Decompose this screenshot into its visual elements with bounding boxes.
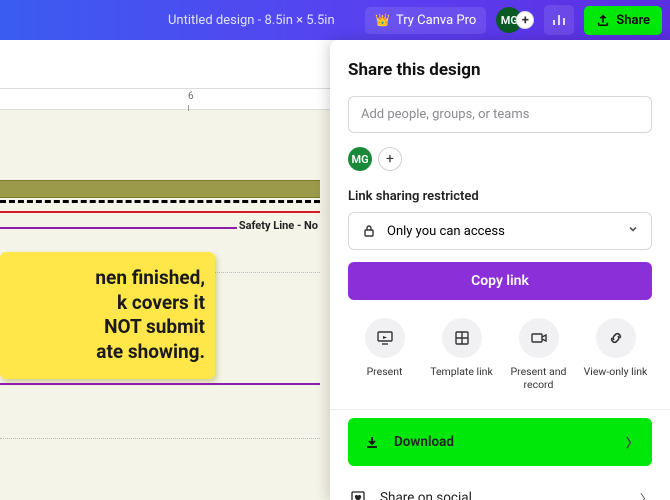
download-label: Download	[394, 434, 454, 450]
try-canva-pro-button[interactable]: 👑 Try Canva Pro	[365, 7, 486, 34]
collaborators-row: MG +	[348, 147, 652, 171]
avatar[interactable]: MG	[348, 147, 372, 171]
present-record-label: Present and record	[507, 366, 571, 391]
olive-bar	[0, 180, 320, 198]
download-row[interactable]: Download 〉	[348, 418, 652, 466]
crown-icon: 👑	[375, 13, 390, 27]
share-label: Share	[616, 13, 650, 28]
present-label: Present	[367, 366, 403, 379]
collaborators-button[interactable]: MG +	[496, 7, 534, 33]
template-link-option[interactable]: Template link	[425, 318, 498, 391]
access-selected-label: Only you can access	[387, 224, 505, 239]
copy-link-button[interactable]: Copy link	[348, 262, 652, 300]
record-icon	[530, 329, 548, 347]
try-pro-label: Try Canva Pro	[396, 13, 476, 28]
divider	[330, 409, 670, 410]
purple-line	[0, 383, 320, 385]
access-level-select[interactable]: Only you can access	[348, 212, 652, 250]
present-record-option[interactable]: Present and record	[502, 318, 575, 391]
lock-icon	[361, 223, 377, 239]
chevron-down-icon	[627, 223, 639, 239]
share-social-row[interactable]: Share on social 〉	[348, 474, 652, 500]
share-social-label: Share on social	[380, 490, 472, 500]
add-collaborator-button[interactable]: +	[378, 147, 402, 171]
note-text-line: ate showing.	[4, 340, 205, 365]
plus-icon: +	[516, 11, 534, 29]
present-icon	[376, 329, 394, 347]
plus-icon: +	[386, 151, 394, 167]
add-people-input[interactable]	[348, 96, 652, 133]
dashed-line	[0, 200, 320, 203]
share-button[interactable]: Share	[584, 6, 662, 35]
share-panel-title: Share this design	[348, 60, 652, 80]
template-icon	[453, 329, 471, 347]
view-only-label: View-only link	[584, 366, 648, 379]
template-link-label: Template link	[430, 366, 493, 379]
safety-line-label: Safety Line - No	[237, 219, 320, 232]
design-artifact: Safety Line - No	[0, 180, 320, 229]
chevron-right-icon: 〉	[626, 434, 638, 451]
share-panel: Share this design MG + Link sharing rest…	[330, 40, 670, 500]
share-options-row: Present Template link Present and record…	[348, 318, 652, 391]
ruler-tick: 6	[188, 91, 194, 102]
present-option[interactable]: Present	[348, 318, 421, 391]
link-icon	[607, 329, 625, 347]
dotted-guide	[0, 438, 320, 439]
document-title[interactable]: Untitled design - 8.5in × 5.5in	[168, 13, 335, 28]
download-icon	[364, 434, 380, 450]
insights-button[interactable]	[544, 5, 574, 35]
red-line	[0, 211, 320, 213]
yellow-sticky-note[interactable]: nen finished, k covers it NOT submit ate…	[0, 252, 215, 379]
note-text-line: k covers it	[4, 291, 205, 316]
note-text-line: nen finished,	[4, 266, 205, 291]
top-bar: Untitled design - 8.5in × 5.5in 👑 Try Ca…	[0, 0, 670, 40]
view-only-option[interactable]: View-only link	[579, 318, 652, 391]
chevron-right-icon: 〉	[640, 490, 652, 500]
upload-icon	[596, 13, 610, 27]
note-text-line: NOT submit	[4, 315, 205, 340]
bar-chart-icon	[551, 12, 567, 28]
link-sharing-label: Link sharing restricted	[348, 189, 652, 204]
heart-box-icon	[350, 490, 366, 500]
